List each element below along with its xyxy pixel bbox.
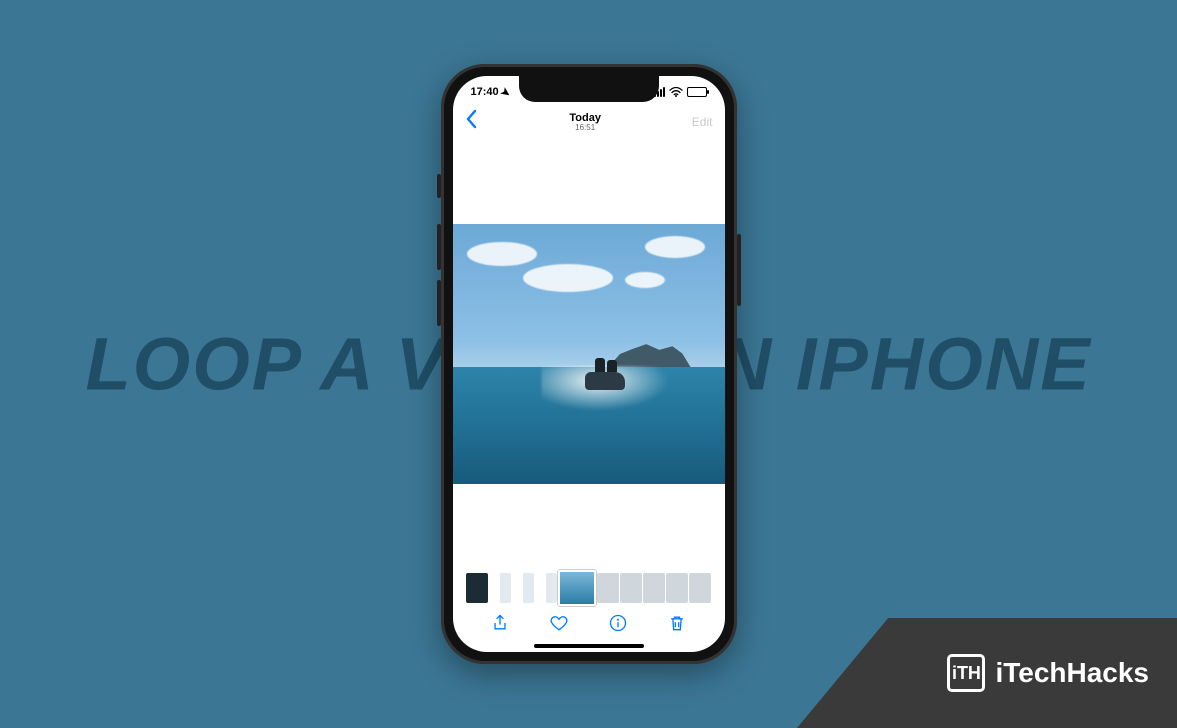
current-photo — [453, 224, 725, 484]
phone-screen: 17:40 ➤ Today 16:51 Edit — [453, 76, 725, 652]
status-time: 17:40 — [471, 86, 499, 98]
thumbnail[interactable] — [643, 573, 665, 603]
thumbnail-selected[interactable] — [558, 570, 596, 606]
thumbnail[interactable] — [620, 573, 642, 603]
photos-nav-bar: Today 16:51 Edit — [453, 106, 725, 138]
brand-watermark: iTH iTechHacks — [797, 618, 1177, 728]
info-button[interactable] — [608, 613, 628, 638]
back-button[interactable] — [465, 109, 479, 135]
thumbnail[interactable] — [535, 573, 557, 603]
brand-logo-icon: iTH — [947, 654, 985, 692]
photo-viewer[interactable] — [453, 138, 725, 570]
edit-button[interactable]: Edit — [692, 115, 713, 129]
silence-switch — [437, 174, 441, 198]
thumbnail[interactable] — [597, 573, 619, 603]
bottom-toolbar — [453, 608, 725, 642]
thumbnail[interactable] — [666, 573, 688, 603]
iphone-mockup: 17:40 ➤ Today 16:51 Edit — [441, 64, 737, 664]
volume-up-button — [437, 224, 441, 270]
location-icon: ➤ — [498, 84, 513, 100]
thumbnail[interactable] — [466, 573, 488, 603]
home-indicator[interactable] — [534, 644, 644, 648]
volume-down-button — [437, 280, 441, 326]
notch — [519, 76, 659, 102]
power-button — [737, 234, 741, 306]
delete-button[interactable] — [667, 613, 687, 638]
jetski-subject — [585, 372, 625, 390]
wifi-icon — [669, 87, 683, 97]
thumbnail-strip[interactable] — [453, 570, 725, 606]
nav-subtitle: 16:51 — [569, 124, 601, 132]
thumbnail[interactable] — [512, 573, 534, 603]
share-button[interactable] — [490, 613, 510, 638]
thumbnail[interactable] — [489, 573, 511, 603]
battery-icon — [687, 87, 707, 97]
thumbnail[interactable] — [689, 573, 711, 603]
brand-name: iTechHacks — [995, 657, 1149, 689]
favorite-button[interactable] — [549, 613, 569, 638]
